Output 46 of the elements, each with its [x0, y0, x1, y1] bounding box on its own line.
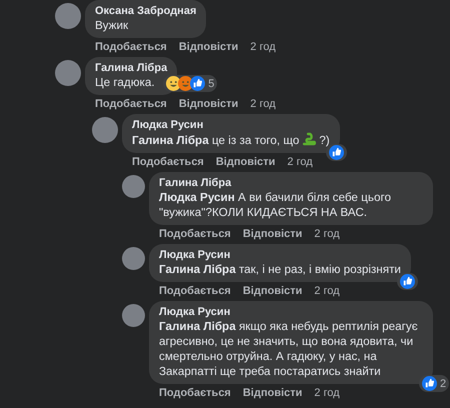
reply-link[interactable]: Відповісти — [242, 228, 302, 240]
timestamp: 2 год — [314, 285, 340, 297]
reply-link[interactable]: Відповісти — [216, 156, 276, 168]
reply-link[interactable]: Відповісти — [178, 98, 238, 110]
comment-text: Людка Русин А ви бачили біля себе цього "вужика"?КОЛИ КИДАЄТЬСЯ НА ВАС. — [159, 191, 391, 219]
avatar[interactable] — [55, 3, 81, 29]
reply-link[interactable]: Відповісти — [178, 41, 238, 53]
avatar[interactable] — [122, 247, 145, 270]
reaction-summary[interactable]: 2 — [419, 375, 450, 392]
avatar[interactable] — [122, 175, 145, 198]
timestamp: 2 год — [314, 228, 340, 240]
timestamp: 2 год — [250, 41, 276, 53]
reaction-count: 5 — [208, 78, 214, 90]
comment-text: ?) — [319, 134, 330, 147]
like-icon — [190, 76, 206, 91]
avatar[interactable] — [122, 304, 145, 327]
comment-text: Це гадюка. — [95, 76, 155, 89]
author-name[interactable]: Людка Русин — [132, 119, 330, 131]
comment-text: Вужик — [95, 19, 128, 32]
comment-text: Галина Лібра так, і не раз, і вмію розрізняти — [159, 263, 401, 276]
like-icon — [400, 274, 415, 289]
timestamp: 2 год — [250, 98, 276, 110]
like-icon — [422, 376, 437, 391]
reaction-count: 2 — [440, 378, 446, 390]
author-name[interactable]: Людка Русин — [159, 306, 423, 318]
reply-link[interactable]: Відповісти — [242, 285, 302, 297]
like-link[interactable]: Подобається — [159, 387, 231, 399]
avatar[interactable] — [55, 60, 81, 86]
comment-text: Галина Лібра це із за того, що — [132, 134, 300, 147]
timestamp: 2 год — [287, 156, 313, 168]
author-name[interactable]: Галина Лібра — [159, 177, 423, 189]
author-name[interactable]: Оксана Забродная — [95, 5, 196, 17]
like-link[interactable]: Подобається — [159, 285, 231, 297]
reply-link[interactable]: Відповісти — [242, 387, 302, 399]
timestamp: 2 год — [314, 387, 340, 399]
author-name[interactable]: Галина Лібра — [95, 62, 168, 74]
like-link[interactable]: Подобається — [159, 228, 231, 240]
reaction-summary[interactable]: 5 — [163, 75, 218, 92]
like-link[interactable]: Подобається — [132, 156, 204, 168]
like-icon — [328, 145, 344, 160]
like-link[interactable]: Подобається — [95, 41, 167, 53]
snake-emoji-icon — [302, 132, 316, 146]
author-name[interactable]: Людка Русин — [159, 249, 401, 261]
like-link[interactable]: Подобається — [95, 98, 167, 110]
comment-text: Галина Лібра якщо яка небудь рептилія реагує агресивно, це не значить, що вона ядовита, чи смертельно отруйна. А гадюку, у нас, на Закарпатті ще треба постаратись знайти — [159, 320, 418, 378]
avatar[interactable] — [92, 117, 118, 143]
